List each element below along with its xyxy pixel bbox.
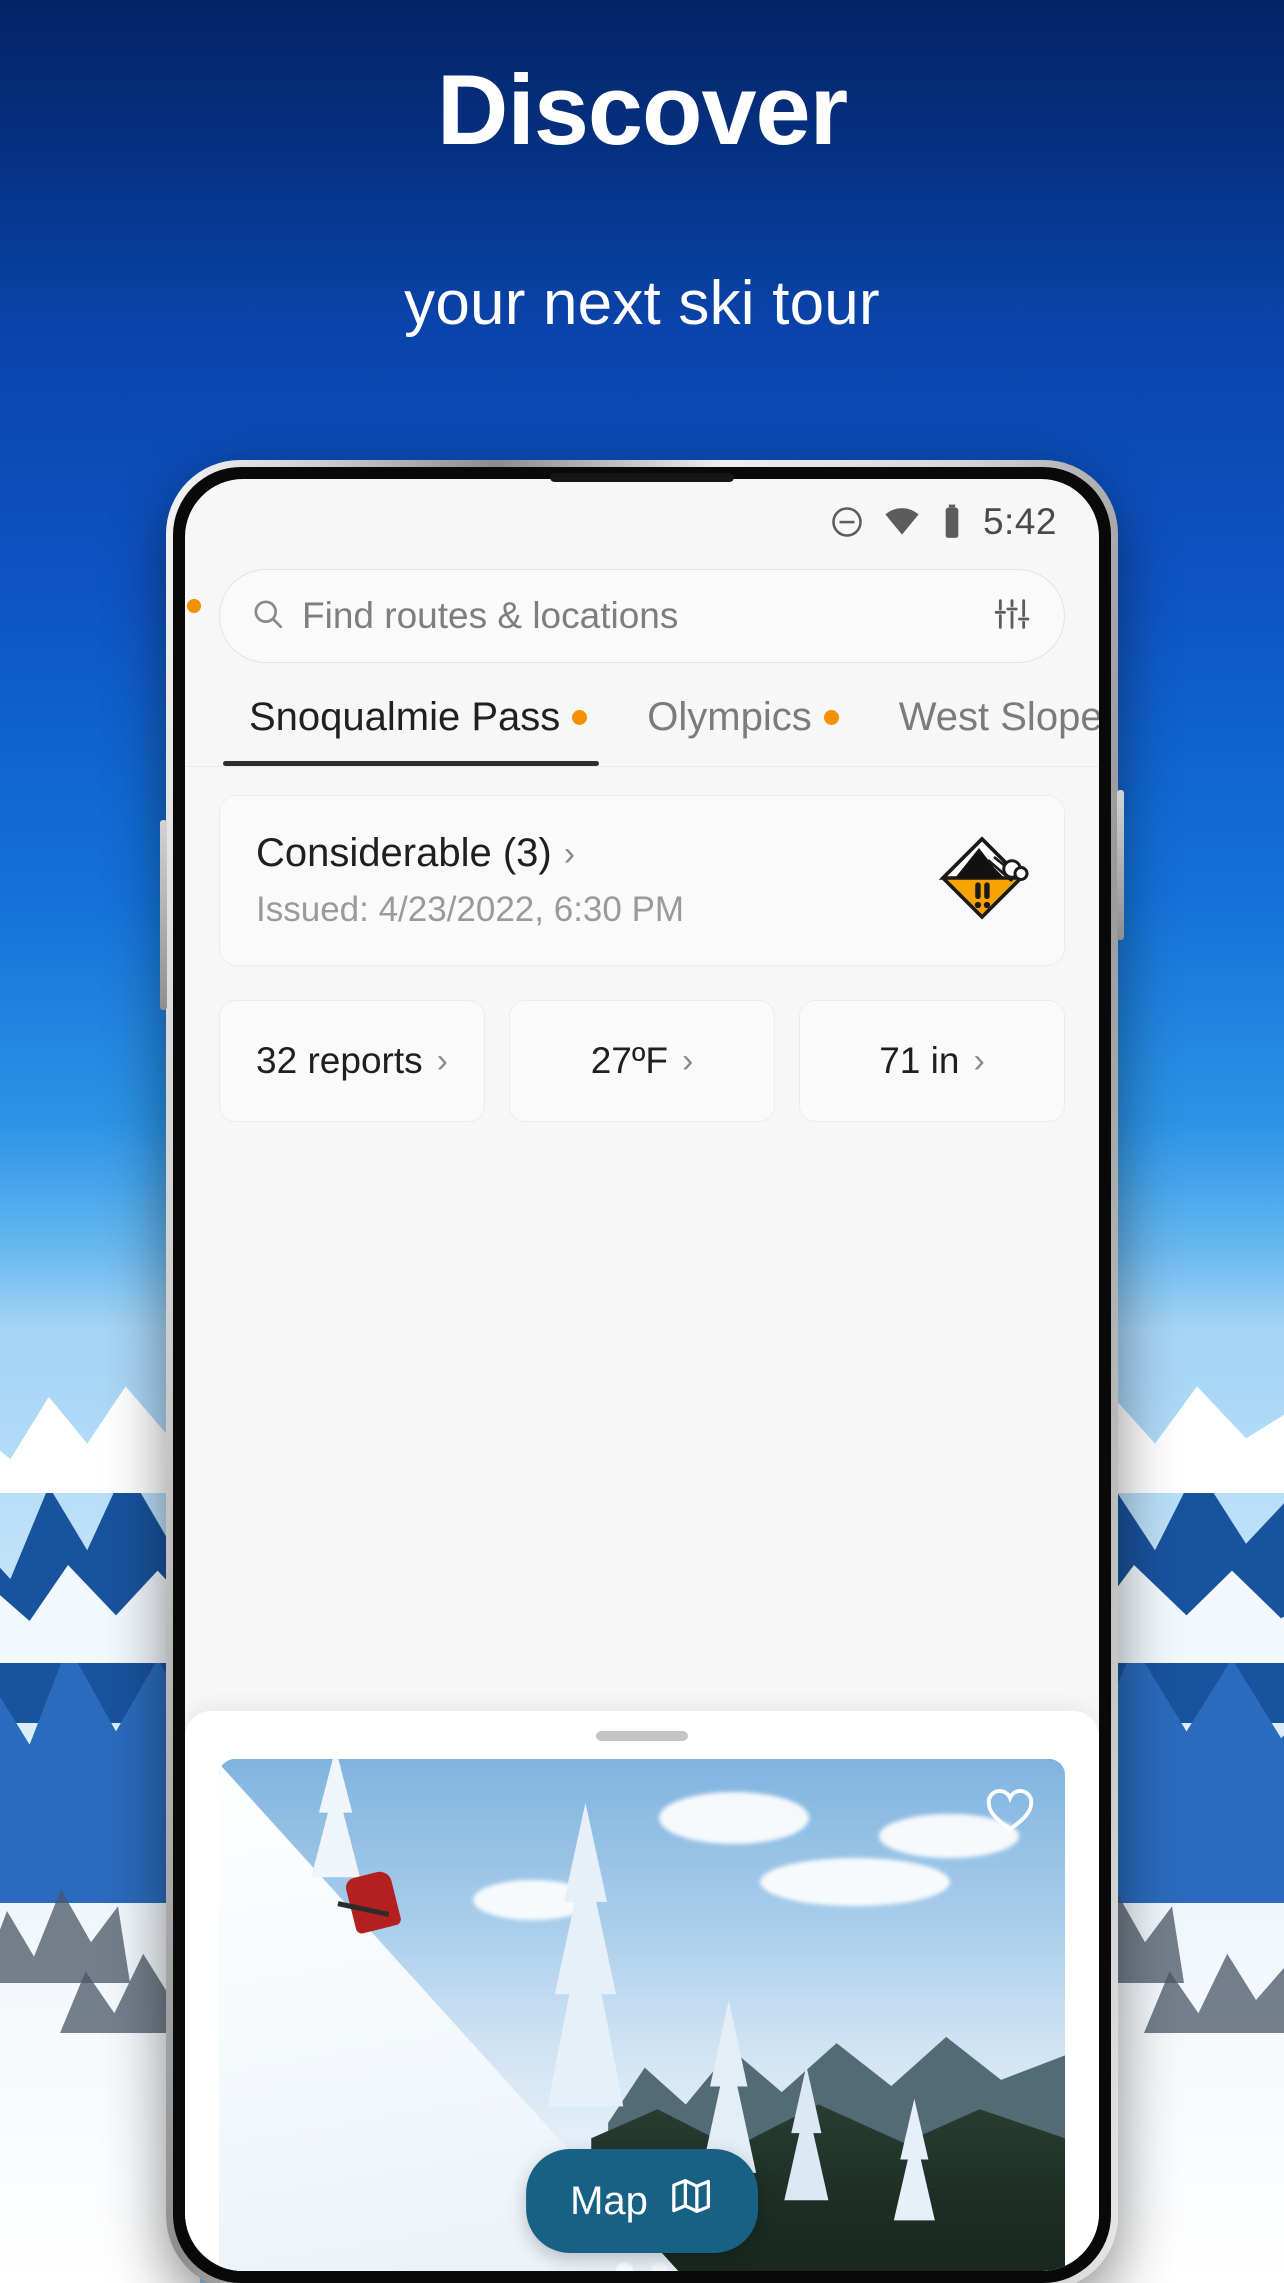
hero-title: Discover — [436, 54, 848, 165]
avalanche-danger-icon — [934, 830, 1030, 931]
search-input[interactable]: Find routes & locations — [219, 569, 1065, 663]
chip-reports[interactable]: 32 reports › — [219, 1000, 485, 1122]
wifi-icon — [883, 503, 921, 541]
chip-label: 71 in — [879, 1040, 960, 1081]
avalanche-forecast-card[interactable]: Considerable (3) › Issued: 4/23/2022, 6:… — [219, 795, 1065, 966]
favorite-heart-icon[interactable] — [981, 1781, 1039, 1839]
forecast-level-label: Considerable (3) — [256, 831, 552, 875]
tab-label: West Slopes Sou — [898, 695, 1099, 739]
battery-icon — [939, 503, 965, 541]
region-tabs[interactable]: Snoqualmie Pass Olympics West Slopes Sou — [185, 599, 1099, 767]
earpiece-speaker — [550, 473, 734, 482]
status-bar: 5:42 — [185, 479, 1099, 565]
search-icon — [250, 596, 286, 637]
chip-temperature[interactable]: 27ºF › — [509, 1000, 775, 1122]
power-button[interactable] — [1117, 790, 1124, 940]
chip-label: 27ºF — [590, 1040, 668, 1081]
tab-alert-dot — [823, 710, 839, 725]
chevron-right-icon: › — [973, 1042, 985, 1080]
map-button-label: Map — [570, 2178, 648, 2223]
carousel-dot-active[interactable] — [616, 2262, 633, 2271]
stat-chips: 32 reports › 27ºF › 71 in › — [185, 966, 1099, 1122]
phone-bezel: 5:42 Find routes & locations Snoqualmie … — [173, 467, 1111, 2283]
phone-screen: 5:42 Find routes & locations Snoqualmie … — [185, 479, 1099, 2271]
tab-olympics[interactable]: Olympics — [617, 689, 868, 766]
map-folded-icon — [668, 2173, 714, 2229]
forecast-text-block: Considerable (3) › Issued: 4/23/2022, 6:… — [256, 831, 684, 930]
forecast-level-row[interactable]: Considerable (3) › — [256, 831, 684, 876]
search-placeholder-text: Find routes & locations — [302, 595, 679, 636]
photo-carousel-dots[interactable] — [219, 2262, 1065, 2271]
chevron-right-icon: › — [436, 1042, 448, 1080]
tab-west-slopes-south[interactable]: West Slopes Sou — [869, 689, 1099, 766]
tune-filter-icon[interactable] — [992, 594, 1032, 639]
sheet-drag-handle[interactable] — [596, 1731, 688, 1741]
chevron-right-icon: › — [681, 1042, 694, 1080]
tab-snoqualmie-pass[interactable]: Snoqualmie Pass — [219, 689, 617, 766]
chevron-right-icon: › — [563, 834, 576, 873]
forecast-area: Considerable (3) › Issued: 4/23/2022, 6:… — [185, 767, 1099, 966]
app-store-screenshot: Discover your next ski tour 5:42 Find ro… — [0, 0, 1284, 2283]
carousel-dot[interactable] — [651, 2262, 668, 2271]
tab-label: Olympics — [647, 695, 812, 739]
phone-frame: 5:42 Find routes & locations Snoqualmie … — [160, 460, 1124, 2283]
tab-label: Snoqualmie Pass — [249, 695, 561, 739]
chip-label: 32 reports — [256, 1040, 423, 1081]
hero-subtitle: your next ski tour — [404, 269, 880, 338]
status-bar-time: 5:42 — [982, 501, 1057, 542]
map-toggle-button[interactable]: Map — [526, 2149, 758, 2253]
forecast-issued-label: Issued: 4/23/2022, 6:30 PM — [256, 890, 685, 929]
tab-alert-dot — [572, 710, 588, 725]
volume-button[interactable] — [160, 820, 167, 1010]
search-area: Find routes & locations — [185, 565, 1099, 663]
do-not-disturb-icon — [829, 504, 865, 540]
chip-snow-depth[interactable]: 71 in › — [799, 1000, 1065, 1122]
